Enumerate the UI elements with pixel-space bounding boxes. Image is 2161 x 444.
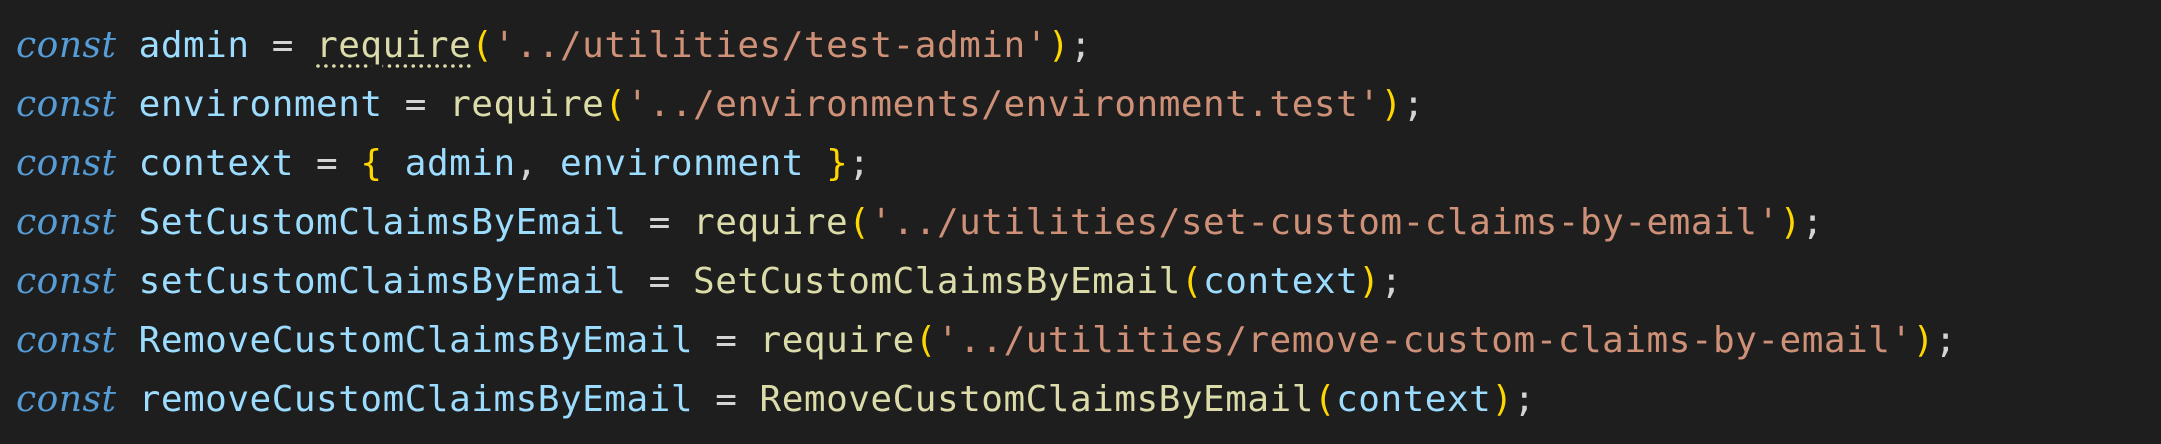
code-token-operator: = <box>693 379 760 420</box>
code-token-identifier: context <box>138 143 294 184</box>
code-token-function: SetCustomClaimsByEmail <box>693 261 1181 302</box>
code-token-keyword: const <box>16 202 117 243</box>
code-token-bracket: ( <box>848 202 871 243</box>
code-token-keyword: const <box>16 143 117 184</box>
code-editor[interactable]: const admin = require('../utilities/test… <box>0 0 2161 444</box>
code-line[interactable]: const context = { admin, environment }; <box>16 134 2161 193</box>
code-token-keyword: const <box>16 84 117 125</box>
code-token-bracket: ( <box>471 25 494 66</box>
code-token-string: '../utilities/set-custom-claims-by-email… <box>870 202 1780 243</box>
code-token-punctuation: ; <box>1380 261 1403 302</box>
code-token-identifier: environment <box>560 143 804 184</box>
code-token-bracket: } <box>826 143 849 184</box>
code-token-bracket: ) <box>1491 379 1514 420</box>
code-token-bracket: ) <box>1380 84 1403 125</box>
code-token-keyword: const <box>16 379 117 420</box>
code-token-bracket: ) <box>1358 261 1381 302</box>
code-token-bracket: ( <box>914 320 937 361</box>
code-token-operator: = <box>249 25 317 66</box>
code-line[interactable]: const SetCustomClaimsByEmail = require('… <box>16 193 2161 252</box>
code-token-function: require <box>449 84 605 125</box>
code-token-string: '../utilities/test-admin' <box>493 25 1048 66</box>
code-token-keyword: const <box>16 261 117 302</box>
code-token-keyword: const <box>16 320 117 361</box>
code-token-punctuation: ; <box>1070 25 1093 66</box>
code-token-identifier: admin <box>138 25 250 66</box>
code-line[interactable]: const RemoveCustomClaimsByEmail = requir… <box>16 311 2161 370</box>
code-token-bracket: ( <box>604 84 627 125</box>
code-token-punctuation: ; <box>1513 379 1536 420</box>
code-token-bracket: ) <box>1912 320 1935 361</box>
code-token-keyword: const <box>16 25 117 66</box>
code-token-function: require <box>759 320 915 361</box>
code-token-operator: = <box>626 202 694 243</box>
code-token-punctuation: ; <box>1402 84 1425 125</box>
code-token-operator: = <box>382 84 450 125</box>
code-token-punctuation: ; <box>1801 202 1824 243</box>
code-line[interactable]: const removeCustomClaimsByEmail = Remove… <box>16 370 2161 429</box>
code-token-identifier: removeCustomClaimsByEmail <box>138 379 694 420</box>
code-token-bracket: ( <box>1313 379 1337 420</box>
code-token-bracket: ( <box>1180 261 1204 302</box>
code-token-identifier: setCustomClaimsByEmail <box>138 261 627 302</box>
code-token-operator: = <box>293 143 361 184</box>
code-token-identifier: admin <box>404 143 516 184</box>
code-token-function: require <box>316 25 472 66</box>
code-token-string: '../environments/environment.test' <box>626 84 1381 125</box>
code-token-identifier: context <box>1203 261 1359 302</box>
code-token-function: RemoveCustomClaimsByEmail <box>759 379 1314 420</box>
code-token-bracket: ) <box>1047 25 1071 66</box>
code-token-function: require <box>693 202 849 243</box>
code-lines: const admin = require('../utilities/test… <box>16 16 2161 429</box>
code-token-identifier: environment <box>138 84 383 125</box>
code-token-string: '../utilities/remove-custom-claims-by-em… <box>936 320 1913 361</box>
code-token-punctuation: , <box>515 143 561 184</box>
code-token-identifier: RemoveCustomClaimsByEmail <box>138 320 694 361</box>
code-token-bracket: { <box>360 143 383 184</box>
code-line[interactable]: const admin = require('../utilities/test… <box>16 16 2161 75</box>
code-token-punctuation: ; <box>1934 320 1957 361</box>
code-line[interactable]: const environment = require('../environm… <box>16 75 2161 134</box>
code-token-bracket: ) <box>1779 202 1802 243</box>
code-token-operator: = <box>693 320 760 361</box>
code-token-operator: = <box>626 261 694 302</box>
code-line[interactable]: const setCustomClaimsByEmail = SetCustom… <box>16 252 2161 311</box>
code-token-punctuation: ; <box>848 143 871 184</box>
code-token-identifier: SetCustomClaimsByEmail <box>138 202 627 243</box>
code-token-identifier: context <box>1336 379 1492 420</box>
